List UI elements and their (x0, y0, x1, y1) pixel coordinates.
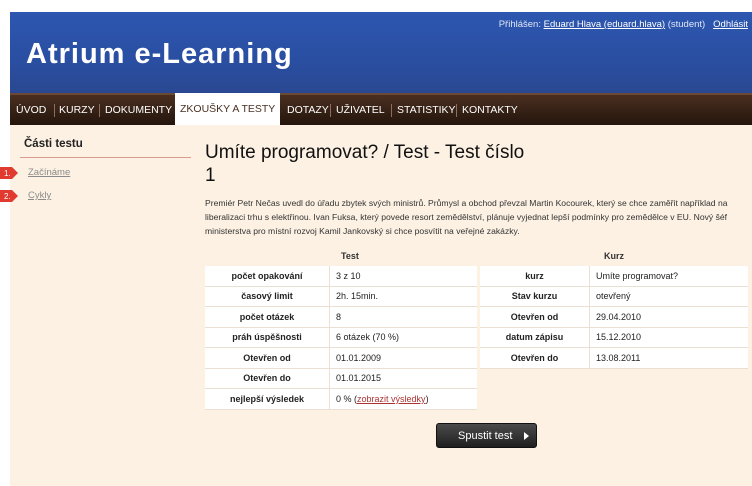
table-key: časový limit (205, 286, 330, 307)
table-value: 8 (330, 307, 477, 328)
login-info: Přihlášen: Eduard Hlava (eduard.hlava) (… (499, 19, 748, 30)
numbered-arrow-icon: 2. (0, 190, 18, 202)
table-row: Otevřen do 13.08.2011 (480, 348, 748, 369)
nav-item-uvod[interactable]: ÚVOD (16, 95, 46, 125)
table-value: otevřený (590, 287, 748, 307)
table-key: Otevřen do (480, 348, 590, 369)
nav-separator (456, 104, 457, 117)
start-test-label: Spustit test (458, 430, 513, 442)
table-key: nejlepší výsledek (205, 389, 330, 410)
table-row: Stav kurzu otevřený (480, 286, 748, 307)
content-area: Části testu 1. Začínáme 2. Cykly Umíte p… (0, 125, 752, 486)
table-key: Stav kurzu (480, 286, 590, 307)
sidebar-item-number: 2. (4, 192, 11, 201)
table-row: kurz Umíte programovat? (480, 266, 748, 287)
table-key: Otevřen do (205, 368, 330, 389)
sidebar-item-label[interactable]: Začínáme (28, 167, 70, 178)
login-prefix: Přihlášen: (498, 19, 541, 30)
table-value: 3 z 10 (330, 266, 477, 287)
test-table-heading: Test (341, 251, 359, 261)
nav-item-uzivatel[interactable]: UŽIVATEL (336, 95, 385, 125)
table-row: Otevřen od 29.04.2010 (480, 307, 748, 328)
nav-item-dotazy[interactable]: DOTAZY (287, 95, 329, 125)
table-row: nejlepší výsledek 0 % (zobrazit výsledky… (205, 389, 477, 410)
table-key: počet otázek (205, 307, 330, 328)
table-row: Otevřen od 01.01.2009 (205, 348, 477, 369)
nav-item-statistiky[interactable]: STATISTIKY (397, 95, 456, 125)
table-row: počet opakování 3 z 10 (205, 266, 477, 287)
sidebar-item-number: 1. (4, 169, 11, 178)
table-value: 15.12.2010 (590, 328, 748, 348)
table-value: Umíte programovat? (590, 266, 748, 287)
table-value: 01.01.2015 (330, 369, 477, 389)
play-arrow-icon (524, 432, 529, 440)
nav-item-kurzy[interactable]: KURZY (59, 95, 95, 125)
nav-separator (99, 104, 100, 117)
table-key: práh úspěšnosti (205, 327, 330, 348)
table-value: 29.04.2010 (590, 307, 748, 328)
site-title: Atrium e-Learning (26, 38, 293, 70)
page-title: Umíte programovat? / Test - Test číslo 1 (205, 142, 525, 186)
numbered-arrow-icon: 1. (0, 167, 18, 179)
sidebar-heading: Části testu (24, 138, 83, 150)
user-link[interactable]: Eduard Hlava (eduard.hlava) (544, 19, 665, 30)
best-score-value: 0 % (336, 393, 352, 404)
table-key: Otevřen od (205, 348, 330, 369)
course-table-heading: Kurz (604, 251, 624, 261)
table-row: počet otázek 8 (205, 307, 477, 328)
table-row: datum zápisu 15.12.2010 (480, 327, 748, 348)
table-value: 13.08.2011 (590, 348, 748, 369)
main-nav: ÚVOD KURZY DOKUMENTY ZKOUŠKY A TESTY DOT… (10, 93, 752, 125)
nav-separator (391, 104, 392, 117)
table-key: počet opakování (205, 266, 330, 287)
nav-separator (330, 104, 331, 117)
test-info-table: počet opakování 3 z 10 časový limit 2h. … (205, 266, 477, 410)
intro-text: Premiér Petr Nečas uvedl do úřadu zbytek… (205, 198, 728, 237)
table-row: časový limit 2h. 15min. (205, 286, 477, 307)
sidebar-divider (20, 157, 191, 158)
user-role: (student) (667, 19, 706, 30)
sidebar-item-label[interactable]: Cykly (28, 190, 51, 201)
nav-item-dokumenty[interactable]: DOKUMENTY (105, 95, 172, 125)
logout-link[interactable]: Odhlásit (713, 19, 748, 30)
nav-item-zkousky-a-testy[interactable]: ZKOUŠKY A TESTY (175, 93, 281, 125)
table-row: Otevřen do 01.01.2015 (205, 368, 477, 389)
table-value: 01.01.2009 (330, 348, 477, 369)
nav-separator (54, 104, 55, 117)
table-key: datum zápisu (480, 327, 590, 348)
table-key: kurz (480, 266, 590, 287)
table-value-with-link: 0 % (zobrazit výsledky) (330, 389, 477, 410)
start-test-button[interactable]: Spustit test (436, 423, 537, 448)
table-value: 2h. 15min. (330, 287, 477, 307)
site-header: Atrium e-Learning Přihlášen: Eduard Hlav… (10, 12, 752, 93)
show-results-link[interactable]: zobrazit výsledky (357, 394, 426, 404)
left-margin (0, 0, 10, 486)
nav-item-kontakty[interactable]: KONTAKTY (462, 95, 518, 125)
table-row: práh úspěšnosti 6 otázek (70 %) (205, 327, 477, 348)
course-info-table: kurz Umíte programovat? Stav kurzu otevř… (480, 266, 748, 369)
table-value: 6 otázek (70 %) (330, 328, 477, 348)
table-key: Otevřen od (480, 307, 590, 328)
paren-close: ) (425, 393, 429, 404)
